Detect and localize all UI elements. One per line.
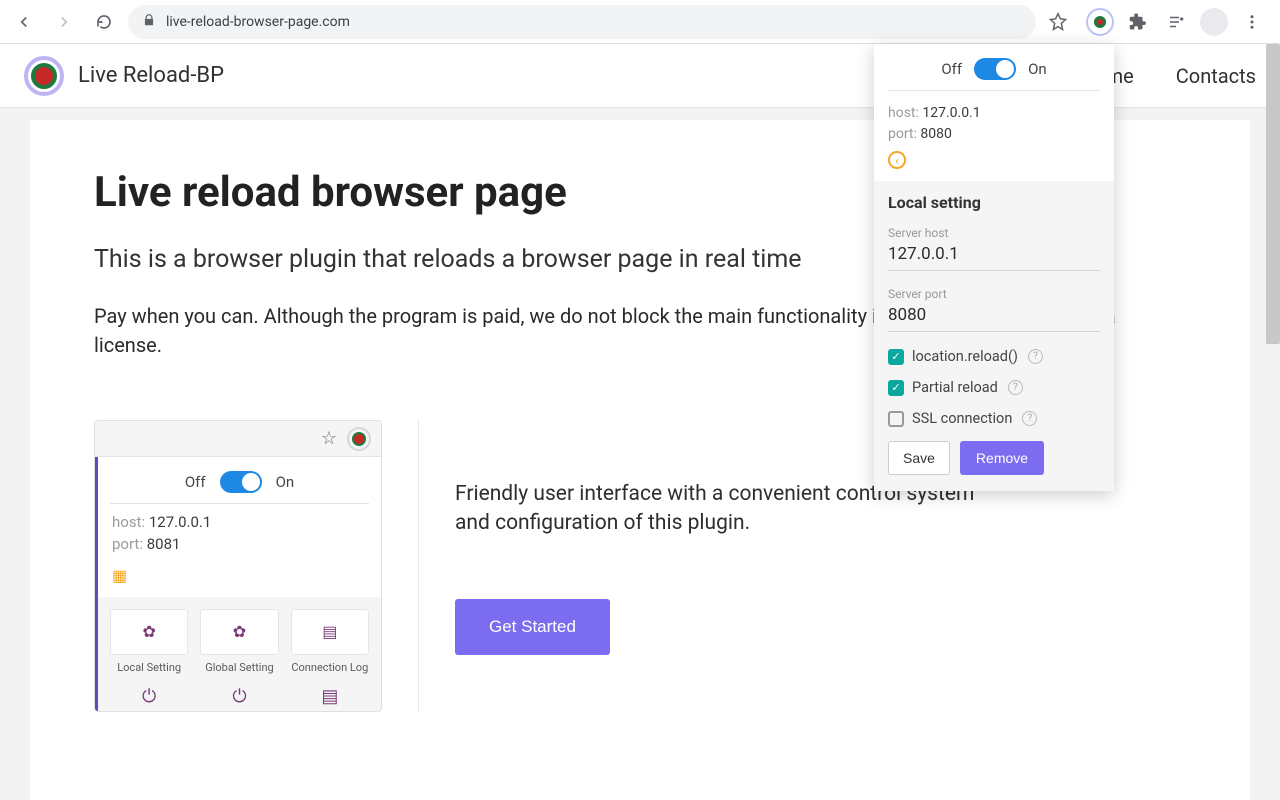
popup-toggle[interactable] <box>974 58 1016 80</box>
power-icon: ⏻ <box>110 686 188 707</box>
option-ssl[interactable]: SSL connection ? <box>888 410 1100 427</box>
power-icon: ⏻ <box>200 686 278 707</box>
checkbox-checked-icon: ✓ <box>888 380 904 396</box>
star-icon[interactable] <box>1044 8 1072 36</box>
log-icon: ▤ <box>291 609 369 655</box>
server-host-input[interactable]: 127.0.0.1 <box>888 244 1100 271</box>
warning-icon[interactable]: ‹ <box>888 151 906 169</box>
save-button[interactable]: Save <box>888 441 950 475</box>
scrollbar[interactable] <box>1266 44 1280 344</box>
popup-off-label: Off <box>941 60 962 78</box>
preview-image: ☆ Off On host: 127.0.0.1 port: 8081 ▦ <box>94 420 382 712</box>
server-port-input[interactable]: 8080 <box>888 305 1100 332</box>
extension-badge-icon <box>347 427 371 451</box>
help-icon[interactable]: ? <box>1028 349 1043 364</box>
chrome-actions <box>1080 8 1272 36</box>
nav-contacts[interactable]: Contacts <box>1176 64 1256 88</box>
brand-logo-icon <box>24 56 64 96</box>
forward-button[interactable] <box>48 6 80 38</box>
help-icon[interactable]: ? <box>1022 411 1037 426</box>
preview-on-label: On <box>276 473 295 491</box>
server-host-label: Server host <box>888 226 1100 240</box>
profile-avatar[interactable] <box>1200 8 1228 36</box>
option-location-reload[interactable]: ✓ location.reload() ? <box>888 348 1100 365</box>
browser-chrome: live-reload-browser-page.com <box>0 0 1280 44</box>
reload-button[interactable] <box>88 6 120 38</box>
checkbox-unchecked-icon <box>888 411 904 427</box>
brand-text: Live Reload-BP <box>78 63 224 88</box>
lock-icon <box>142 13 156 31</box>
toggle-switch <box>220 471 262 493</box>
server-port-label: Server port <box>888 287 1100 301</box>
popup-on-label: On <box>1028 60 1047 78</box>
help-icon[interactable]: ? <box>1008 380 1023 395</box>
extensions-icon[interactable] <box>1124 8 1152 36</box>
preview-off-label: Off <box>185 473 206 491</box>
option-partial-reload[interactable]: ✓ Partial reload ? <box>888 379 1100 396</box>
grid-icon: ▦ <box>98 564 381 597</box>
gear-icon: ✿ <box>200 609 278 655</box>
remove-button[interactable]: Remove <box>960 441 1044 475</box>
star-icon: ☆ <box>321 428 337 449</box>
list-icon: ▤ <box>291 686 369 707</box>
popup-heading: Local setting <box>888 193 1100 212</box>
get-started-button[interactable]: Get Started <box>455 599 610 655</box>
menu-icon[interactable] <box>1238 8 1266 36</box>
extension-badge[interactable] <box>1086 8 1114 36</box>
gear-icon: ✿ <box>110 609 188 655</box>
back-button[interactable] <box>8 6 40 38</box>
brand[interactable]: Live Reload-BP <box>24 56 224 96</box>
extension-popup: Off On host: 127.0.0.1 port: 8080 ‹ Loca… <box>874 44 1114 491</box>
url-text: live-reload-browser-page.com <box>166 14 350 30</box>
address-bar[interactable]: live-reload-browser-page.com <box>128 5 1036 39</box>
checkbox-checked-icon: ✓ <box>888 349 904 365</box>
reading-list-icon[interactable] <box>1162 8 1190 36</box>
